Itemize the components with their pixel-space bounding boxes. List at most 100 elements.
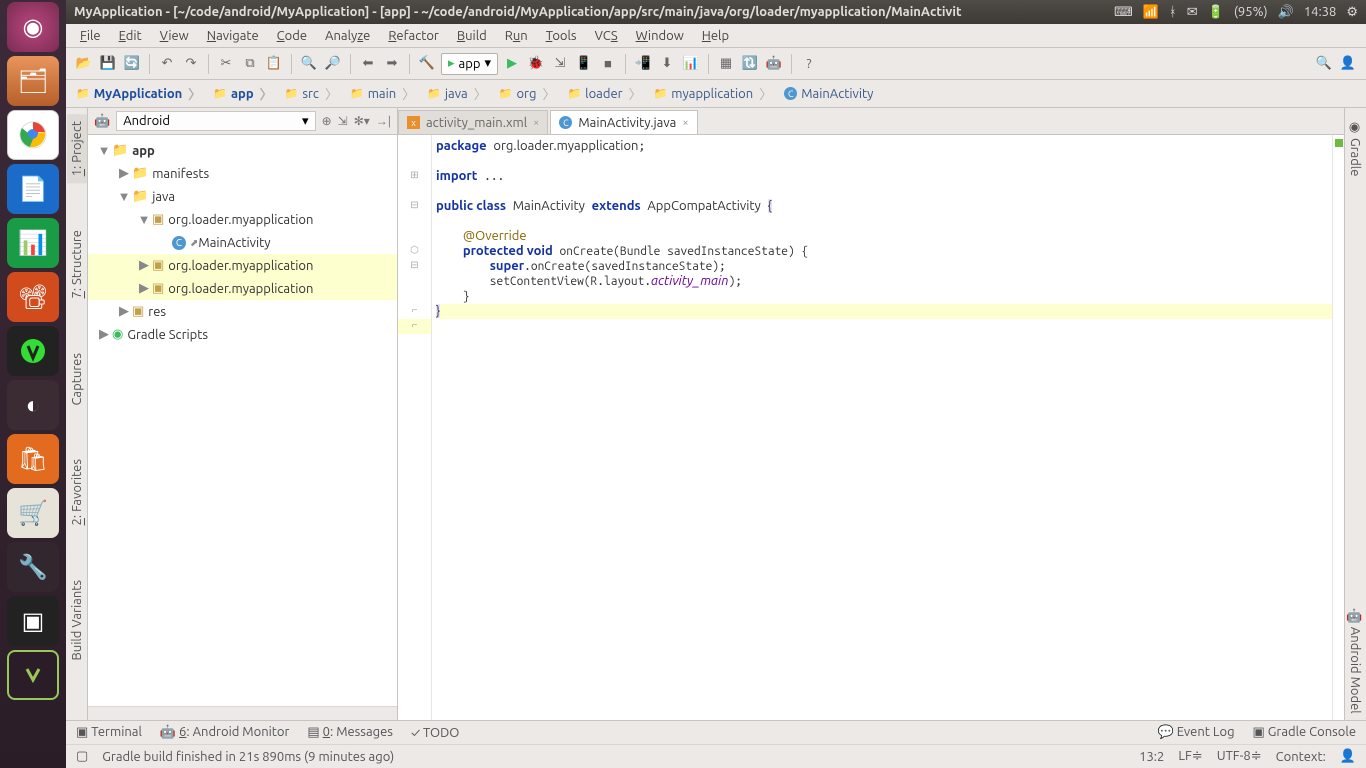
tab-gradle-console[interactable]: ▣ Gradle Console xyxy=(1253,725,1356,740)
chrome-icon[interactable] xyxy=(7,110,59,160)
context[interactable]: Context: xyxy=(1276,750,1326,764)
menu-help[interactable]: Help xyxy=(696,29,735,43)
tab-build-variants[interactable]: Build Variants xyxy=(67,573,87,667)
mail-icon[interactable]: ✉ xyxy=(1187,5,1198,20)
tab-gradle[interactable]: ◉ Gradle xyxy=(1346,114,1365,182)
tab-android-monitor[interactable]: 🤖 6: Android Monitor xyxy=(160,725,290,740)
sync2-icon[interactable]: 🔃 xyxy=(740,54,760,74)
line-ending[interactable]: LF≑ xyxy=(1178,749,1202,764)
replace-icon[interactable]: 🔎 xyxy=(323,54,343,74)
crumb-class[interactable]: CMainActivity xyxy=(780,82,887,106)
menu-edit[interactable]: Edit xyxy=(113,29,148,43)
code-editor[interactable]: package org.loader.myapplication; import… xyxy=(432,135,1332,720)
software-icon[interactable]: 🛒 xyxy=(7,488,59,538)
back-icon[interactable]: ⬅ xyxy=(358,54,378,74)
device-icon[interactable]: 📱 xyxy=(574,54,594,74)
project-view-combo[interactable]: Android▾ xyxy=(116,111,315,131)
error-stripe[interactable] xyxy=(1332,135,1344,720)
hector-icon[interactable]: 👤 xyxy=(1340,749,1356,764)
stop-icon[interactable]: ■ xyxy=(598,54,618,74)
keyboard-icon[interactable]: ⌨ xyxy=(1114,5,1133,20)
encoding[interactable]: UTF-8≑ xyxy=(1217,749,1262,764)
tab-project[interactable]: 1: Project xyxy=(67,114,87,183)
files-icon[interactable]: 🗂 xyxy=(7,56,59,106)
attach-icon[interactable]: ⇲ xyxy=(550,54,570,74)
run-config-combo[interactable]: ▸app▾ xyxy=(441,53,498,75)
menu-refactor[interactable]: Refactor xyxy=(382,29,445,43)
settings-gear-icon[interactable]: ✻▾ xyxy=(354,114,370,128)
menu-vcs[interactable]: VCS xyxy=(589,29,624,43)
tab-favorites[interactable]: 2: Favorites xyxy=(67,452,87,532)
menu-file[interactable]: File xyxy=(74,29,107,43)
devel-icon[interactable]: ◐ xyxy=(7,380,59,430)
user-icon[interactable]: 👤 xyxy=(1338,54,1358,74)
avd-icon[interactable]: 📲 xyxy=(633,54,653,74)
crumb-pkg[interactable]: 📁myapplication xyxy=(650,82,781,106)
menu-window[interactable]: Window xyxy=(630,29,690,43)
tab-structure[interactable]: 7: Structure xyxy=(67,223,87,305)
tree-hscroll[interactable] xyxy=(88,706,397,720)
close-tab-icon[interactable]: × xyxy=(533,117,539,129)
volume-icon[interactable]: 🔊 xyxy=(1278,5,1294,20)
wifi-icon[interactable]: 📶 xyxy=(1143,5,1159,20)
software-center-icon[interactable]: 🛍 xyxy=(7,434,59,484)
menu-run[interactable]: Run xyxy=(499,29,534,43)
redo-icon[interactable]: ↷ xyxy=(181,54,201,74)
scroll-from-source-icon[interactable]: ⊕ xyxy=(322,114,332,128)
menu-view[interactable]: View xyxy=(154,29,195,43)
menu-tools[interactable]: Tools xyxy=(540,29,583,43)
find-icon[interactable]: 🔍 xyxy=(299,54,319,74)
android-icon[interactable]: 🤖 xyxy=(764,54,784,74)
project-tree[interactable]: ▼📁app ▶📁manifests ▼📁java ▼▣org.loader.my… xyxy=(88,135,397,706)
tab-event-log[interactable]: 💬 Event Log xyxy=(1158,725,1235,740)
structure-icon[interactable]: ▦ xyxy=(716,54,736,74)
tab-todo[interactable]: ✓ TODO xyxy=(411,726,459,740)
open-icon[interactable]: 📂 xyxy=(74,54,94,74)
search-icon[interactable]: 🔍 xyxy=(1314,54,1334,74)
collapse-icon[interactable]: ⇲ xyxy=(338,114,348,128)
hide-icon[interactable]: →| xyxy=(376,114,391,128)
crumb-src[interactable]: 📁src xyxy=(281,82,346,106)
tab-terminal[interactable]: ▣ Terminal xyxy=(76,725,142,740)
crumb-app[interactable]: 📁app xyxy=(209,82,280,106)
crumb-project[interactable]: 📁MyApplication xyxy=(72,82,209,106)
tab-messages[interactable]: ▤ 0: Messages xyxy=(307,725,393,740)
tab-android-model[interactable]: 🤖 Android Model xyxy=(1346,602,1365,720)
cut-icon[interactable]: ✂ xyxy=(216,54,236,74)
menu-code[interactable]: Code xyxy=(271,29,313,43)
dash-icon[interactable]: ◉ xyxy=(7,2,59,52)
tab-mainactivity[interactable]: CMainActivity.java× xyxy=(550,110,697,134)
crumb-org[interactable]: 📁org xyxy=(495,82,564,106)
clock[interactable]: 14:38 xyxy=(1304,5,1337,19)
menu-navigate[interactable]: Navigate xyxy=(201,29,265,43)
crumb-java[interactable]: 📁java xyxy=(423,82,495,106)
menu-analyze[interactable]: Analyze xyxy=(319,29,376,43)
copy-icon[interactable]: ⧉ xyxy=(240,54,260,74)
impress-icon[interactable]: 📽 xyxy=(7,272,59,322)
writer-icon[interactable]: 📄 xyxy=(7,164,59,214)
sdk-icon[interactable]: ⬇ xyxy=(657,54,677,74)
calc-icon[interactable]: 📊 xyxy=(7,218,59,268)
monitor-icon[interactable]: 📊 xyxy=(681,54,701,74)
make-icon[interactable]: 🔨 xyxy=(417,54,437,74)
forward-icon[interactable]: ➡ xyxy=(382,54,402,74)
battery-icon[interactable]: 🔋 xyxy=(1208,5,1224,20)
session-icon[interactable]: ⚙ xyxy=(1346,5,1358,20)
close-tab-icon[interactable]: × xyxy=(682,117,688,129)
settings-icon[interactable]: 🔧 xyxy=(7,542,59,592)
tab-activity-main[interactable]: xactivity_main.xml× xyxy=(398,110,548,134)
save-icon[interactable]: 💾 xyxy=(98,54,118,74)
paste-icon[interactable]: 📋 xyxy=(264,54,284,74)
android-studio-icon[interactable] xyxy=(7,326,59,376)
help-icon[interactable]: ? xyxy=(799,54,819,74)
tab-captures[interactable]: Captures xyxy=(67,346,87,413)
bluetooth-icon[interactable]: ᚼ xyxy=(1169,5,1177,19)
debug-icon[interactable]: 🐞 xyxy=(526,54,546,74)
running-app-icon[interactable] xyxy=(7,650,59,700)
terminal-icon[interactable]: ▣ xyxy=(7,596,59,646)
sync-icon[interactable]: 🔄 xyxy=(122,54,142,74)
caret-pos[interactable]: 13:2 xyxy=(1139,750,1164,764)
editor-gutter[interactable]: ⊞⊟ ⬡⊟⌐⌐ xyxy=(398,135,432,720)
crumb-loader[interactable]: 📁loader xyxy=(563,82,649,106)
run-icon[interactable]: ▶ xyxy=(502,54,522,74)
